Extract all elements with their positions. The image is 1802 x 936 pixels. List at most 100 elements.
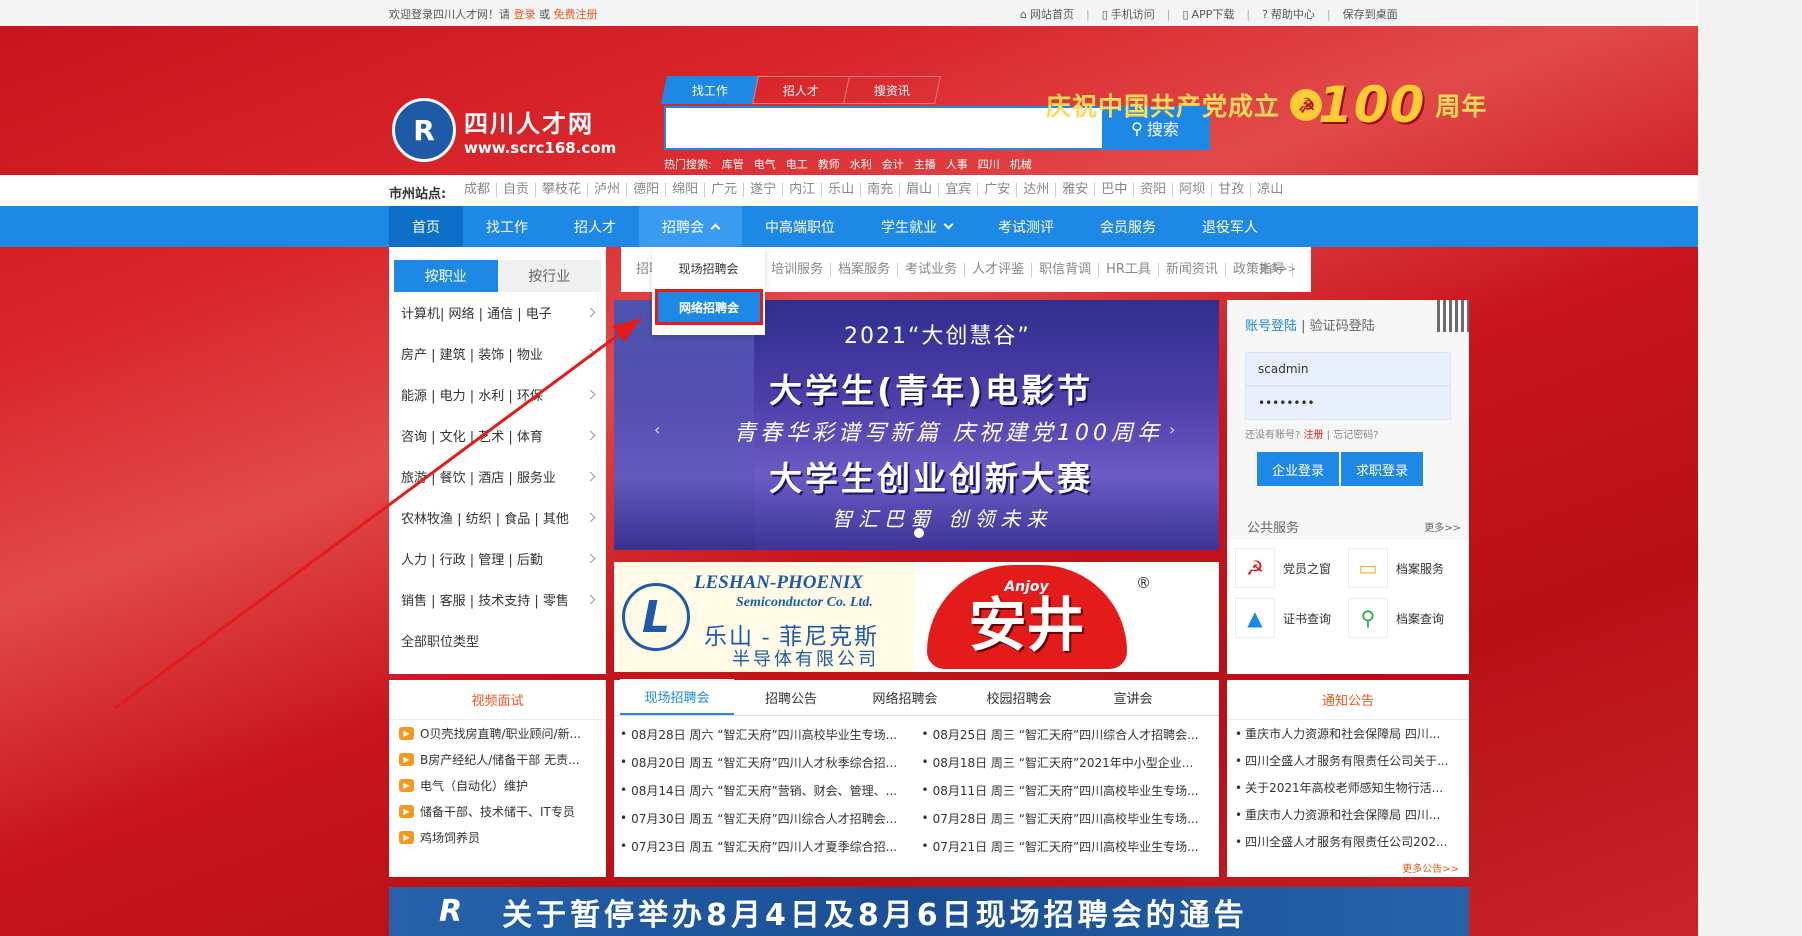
save-desktop-link[interactable]: 保存到桌面 (1343, 6, 1398, 22)
category-item[interactable]: 能源 | 电力 | 水利 | 环保 (401, 374, 596, 415)
hero-banner[interactable]: 2021“大创慧谷” 大学生(青年)电影节 青春华彩谱写新篇 庆祝建党100周年… (614, 300, 1219, 550)
category-item[interactable]: 人力 | 行政 | 管理 | 后勤 (401, 538, 596, 579)
tab-account-login[interactable]: 账号登陆 (1245, 319, 1297, 334)
username-field[interactable]: scadmin (1245, 352, 1451, 386)
notice-item[interactable]: 关于2021年高校老师感知生物行活... (1227, 774, 1469, 801)
tab-online-fair[interactable]: 网络招聘会 (848, 679, 962, 715)
tab-recruit-notice[interactable]: 招聘公告 (734, 679, 848, 715)
hot-keyword[interactable]: 四川 (978, 156, 1000, 172)
notice-item[interactable]: 四川全盛人才服务有限责任公司关于... (1227, 747, 1469, 774)
city-link[interactable]: 绵阳 (666, 183, 706, 197)
video-item[interactable]: ▶ O贝壳找房直聘/职业顾问/新... (389, 720, 606, 746)
carousel-dot[interactable] (914, 528, 924, 538)
search-tab-jobs[interactable]: 找工作 (661, 76, 759, 104)
dropdown-onsite-fair[interactable]: 现场招聘会 (652, 253, 765, 283)
search-tab-news[interactable]: 搜资讯 (843, 76, 941, 104)
city-link[interactable]: 资阳 (1134, 183, 1174, 197)
job-fair-item[interactable]: 08月14日 周六 “智汇天府”营销、财会、管理、... (620, 776, 912, 804)
forgot-password-link[interactable]: 忘记密码? (1333, 430, 1378, 441)
tab-by-industry[interactable]: 按行业 (497, 260, 601, 292)
job-fair-item[interactable]: 08月18日 周三 “智汇天府”2021年中小型企业... (922, 748, 1214, 776)
hot-keyword[interactable]: 库管 (722, 156, 744, 172)
tab-campus-fair[interactable]: 校园招聘会 (962, 679, 1076, 715)
city-link[interactable]: 雅安 (1056, 183, 1096, 197)
archive-query-link[interactable]: ⚲ 档案查询 (1348, 598, 1461, 638)
city-link[interactable]: 巴中 (1095, 183, 1135, 197)
job-fair-item[interactable]: 07月28日 周三 “智汇天府”四川高校毕业生专场... (922, 804, 1214, 832)
service-tab[interactable]: 新闻资讯 (1159, 262, 1226, 277)
certificate-query-link[interactable]: ▲ 证书查询 (1235, 598, 1348, 638)
chevron-right-icon[interactable]: › (1169, 420, 1175, 439)
nav-find-job[interactable]: 找工作 (463, 206, 551, 247)
hot-keyword[interactable]: 教师 (818, 156, 840, 172)
job-fair-item[interactable]: 08月20日 周五 “智汇天府”四川人才秋季综合招... (620, 748, 912, 776)
city-link[interactable]: 南充 (861, 183, 901, 197)
category-item[interactable]: 房产 | 建筑 | 装饰 | 物业 (401, 333, 596, 374)
nav-job-fair[interactable]: 招聘会 (639, 206, 742, 247)
service-tab[interactable]: 考试业务 (898, 262, 966, 277)
tab-code-login[interactable]: 验证码登陆 (1310, 319, 1375, 334)
register-link-small[interactable]: 注册 (1304, 430, 1324, 441)
category-item[interactable]: 农林牧渔 | 纺织 | 食品 | 其他 (401, 497, 596, 538)
hot-keyword[interactable]: 电气 (754, 156, 776, 172)
register-link[interactable]: 免费注册 (554, 8, 598, 21)
city-link[interactable]: 成都 (458, 183, 498, 197)
service-tab[interactable]: 职信背调 (1032, 262, 1100, 277)
app-link[interactable]: ▯ APP下载 (1182, 6, 1234, 22)
city-link[interactable]: 阿坝 (1173, 183, 1213, 197)
video-item[interactable]: ▶ 电气（自动化）维护 (389, 772, 606, 798)
mobile-link[interactable]: ▯ 手机访问 (1102, 6, 1155, 22)
nav-exams[interactable]: 考试测评 (975, 206, 1077, 247)
help-link[interactable]: ? 帮助中心 (1262, 6, 1315, 22)
notice-item[interactable]: 重庆市人力资源和社会保障局 四川... (1227, 720, 1469, 747)
city-link[interactable]: 泸州 (588, 183, 628, 197)
hot-keyword[interactable]: 人事 (946, 156, 968, 172)
password-field[interactable]: •••••••• (1245, 386, 1451, 420)
city-link[interactable]: 遂宁 (744, 183, 784, 197)
ad-leshan-phoenix[interactable]: L LESHAN-PHOENIX Semiconductor Co. Ltd. … (614, 562, 914, 672)
nav-student-jobs[interactable]: 学生就业 (858, 206, 975, 247)
category-item[interactable]: 旅游 | 餐饮 | 酒店 | 服务业 (401, 456, 596, 497)
tab-briefing[interactable]: 宣讲会 (1076, 679, 1190, 715)
notice-more-link[interactable]: 更多公告>> (1402, 860, 1459, 875)
city-link[interactable]: 眉山 (900, 183, 940, 197)
city-link[interactable]: 广安 (978, 183, 1018, 197)
tab-onsite-fair[interactable]: 现场招聘会 (620, 679, 734, 715)
video-item[interactable]: ▶ 鸡场饲养员 (389, 824, 606, 850)
notice-item[interactable]: 重庆市人力资源和社会保障局 四川... (1227, 801, 1469, 828)
city-link[interactable]: 德阳 (627, 183, 667, 197)
qr-code-icon[interactable] (1437, 300, 1469, 332)
search-input[interactable] (666, 108, 1102, 148)
all-categories-link[interactable]: 全部职位类型 (389, 620, 606, 660)
home-link[interactable]: ⌂ 网站首页 (1020, 6, 1074, 22)
service-tab[interactable]: 培训服务 (764, 262, 832, 277)
jobseeker-login-button[interactable]: 求职登录 (1341, 452, 1423, 486)
city-link[interactable]: 内江 (783, 183, 823, 197)
category-item[interactable]: 销售 | 客服 | 技术支持 | 零售 (401, 579, 596, 620)
city-link[interactable]: 宜宾 (939, 183, 979, 197)
ad-anjoy[interactable]: Anjoy 安井 ® (914, 562, 1151, 672)
category-item[interactable]: 计算机| 网络 | 通信 | 电子 (401, 292, 596, 333)
job-fair-item[interactable]: 07月23日 周五 “智汇天府”四川人才夏季综合招... (620, 832, 912, 860)
video-item[interactable]: ▶ 储备干部、技术储干、IT专员 (389, 798, 606, 824)
public-more-link[interactable]: 更多>> (1424, 519, 1461, 534)
video-item[interactable]: ▶ B房产经纪人/储备干部 无责... (389, 746, 606, 772)
service-tab[interactable]: 人才评鉴 (965, 262, 1033, 277)
city-link[interactable]: 甘孜 (1212, 183, 1252, 197)
service-tab[interactable]: 档案服务 (831, 262, 899, 277)
job-fair-item[interactable]: 08月25日 周三 “智汇天府”四川综合人才招聘会... (922, 720, 1214, 748)
category-item[interactable]: 咨询 | 文化 | 艺术 | 体育 (401, 415, 596, 456)
hot-keyword[interactable]: 会计 (882, 156, 904, 172)
services-more-link[interactable]: 更多>> (1252, 263, 1303, 277)
chevron-left-icon[interactable]: ‹ (654, 420, 660, 439)
job-fair-item[interactable]: 07月30日 周五 “智汇天府”四川综合人才招聘会... (620, 804, 912, 832)
tab-by-occupation[interactable]: 按职业 (394, 260, 498, 292)
bottom-notice-banner[interactable]: R 关于暂停举办8月4日及8月6日现场招聘会的通告 (389, 887, 1469, 936)
nav-veterans[interactable]: 退役军人 (1179, 206, 1281, 247)
archive-service-link[interactable]: ▭ 档案服务 (1348, 548, 1461, 588)
service-tab[interactable]: HR工具 (1099, 262, 1159, 277)
login-link[interactable]: 登录 (514, 8, 536, 21)
hot-keyword[interactable]: 水利 (850, 156, 872, 172)
job-fair-item[interactable]: 08月28日 周六 “智汇天府”四川高校毕业生专场... (620, 720, 912, 748)
nav-membership[interactable]: 会员服务 (1077, 206, 1179, 247)
